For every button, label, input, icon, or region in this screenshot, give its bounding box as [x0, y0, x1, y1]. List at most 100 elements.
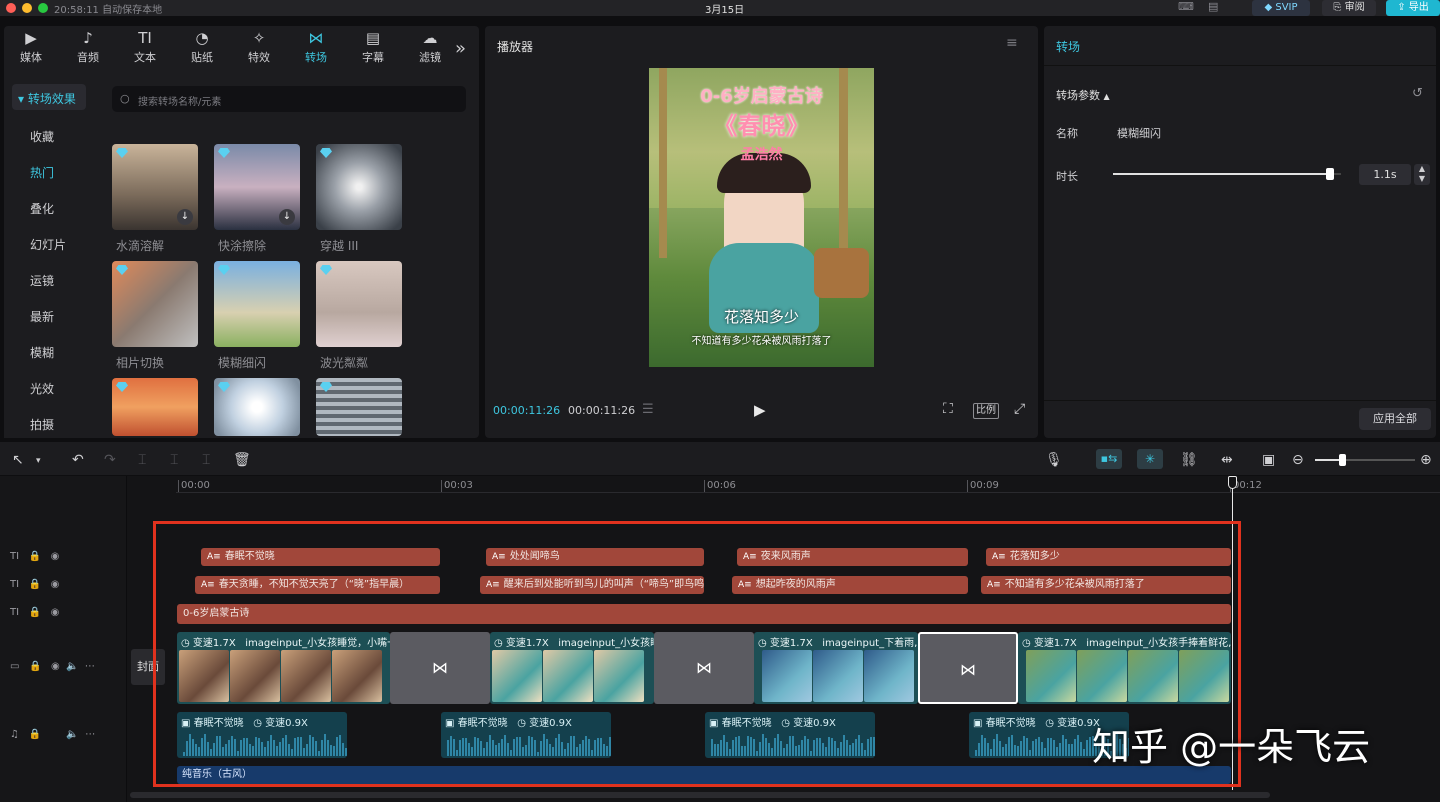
playhead-handle[interactable]: [1228, 476, 1237, 489]
text-clip[interactable]: A≡ 春天贪睡，不知不觉天亮了（“晓”指早晨）: [195, 576, 440, 594]
lock-icon[interactable]: 🔒: [29, 661, 41, 672]
video-clip[interactable]: ◷ 变速1.7X imageinput_下着雨,: [754, 632, 918, 704]
tab-text[interactable]: TI 文本: [120, 29, 170, 65]
zoom-out-icon[interactable]: ⊖: [1292, 452, 1304, 468]
cover-button[interactable]: 封面: [131, 649, 165, 685]
text-clip[interactable]: A≡ 夜来风雨声: [737, 548, 968, 566]
transition-thumbnail[interactable]: [214, 378, 300, 436]
apply-all-button[interactable]: 应用全部: [1359, 408, 1431, 430]
sidebar-item[interactable]: 运镜: [30, 272, 54, 289]
timeline-scrollbar[interactable]: [130, 792, 1270, 798]
svip-badge[interactable]: ◆ SVIP: [1252, 0, 1310, 16]
music-clip[interactable]: 纯音乐（古风）: [177, 766, 1231, 784]
audio-clip[interactable]: ▣ 春眠不觉晓 ◷ 变速0.9X: [441, 712, 611, 758]
lock-icon[interactable]: 🔒: [29, 579, 41, 590]
lock-icon[interactable]: 🔒: [29, 607, 41, 618]
preview-axis-icon[interactable]: ⇹: [1221, 452, 1233, 468]
download-icon[interactable]: ↓: [279, 209, 295, 225]
text-clip[interactable]: A≡ 想起昨夜的风雨声: [732, 576, 968, 594]
link-icon[interactable]: ⛓: [1180, 452, 1198, 468]
sidebar-item[interactable]: 模糊: [30, 344, 54, 361]
layout-icon[interactable]: ▤: [1208, 0, 1218, 13]
fullscreen-icon[interactable]: ⤢: [1014, 401, 1025, 417]
main-track-magnet-icon[interactable]: ▪⇆: [1096, 449, 1122, 469]
title-clip[interactable]: 0-6岁启蒙古诗: [177, 604, 1231, 624]
transition-marker[interactable]: ⋈: [654, 632, 754, 704]
video-clip[interactable]: ◷ 变速1.7X imageinput_小女孩睡: [490, 632, 654, 704]
undo-icon[interactable]: ↶: [72, 452, 84, 468]
more-tabs-icon[interactable]: »: [455, 38, 466, 59]
audio-clip[interactable]: ▣ 春眠不觉晓 ◷ 变速0.9X: [177, 712, 347, 758]
tab-media[interactable]: ▶ 媒体: [6, 29, 56, 65]
zoom-slider[interactable]: [1315, 454, 1415, 466]
transition-thumbnail[interactable]: [112, 378, 198, 436]
thumbnail-toggle-icon[interactable]: ▣: [1262, 452, 1275, 468]
player-menu-icon[interactable]: ≡: [1006, 35, 1018, 51]
eye-icon[interactable]: ◉: [51, 661, 60, 672]
transition-thumbnail[interactable]: ↓: [214, 144, 300, 230]
sidebar-item[interactable]: 收藏: [30, 128, 54, 145]
redo-icon[interactable]: ↷: [104, 452, 116, 468]
transition-thumbnail[interactable]: [316, 261, 402, 347]
eye-icon[interactable]: ◉: [51, 579, 60, 590]
delete-icon[interactable]: 🗑: [233, 452, 251, 468]
select-tool-icon[interactable]: ↖: [12, 452, 24, 468]
text-clip[interactable]: A≡ 春眠不觉晓: [201, 548, 440, 566]
auto-snap-icon[interactable]: ✳: [1137, 449, 1163, 469]
duration-stepper[interactable]: ▲ ▼: [1414, 164, 1430, 185]
transition-thumbnail[interactable]: [112, 261, 198, 347]
duration-slider[interactable]: [1113, 168, 1341, 180]
transition-thumbnail[interactable]: [316, 144, 402, 230]
tab-audio[interactable]: ♪ 音频: [63, 29, 113, 65]
waveform-toggle-icon[interactable]: ☰: [642, 402, 654, 417]
more-icon[interactable]: ⋯: [85, 729, 95, 740]
play-icon[interactable]: ▶: [754, 401, 766, 419]
transition-thumbnail[interactable]: ↓: [112, 144, 198, 230]
transition-marker-selected[interactable]: ⋈: [918, 632, 1018, 704]
sidebar-item[interactable]: 拍摄: [30, 416, 54, 433]
eye-icon[interactable]: ◉: [51, 551, 60, 562]
text-clip[interactable]: A≡ 处处闻啼鸟: [486, 548, 704, 566]
zoom-in-icon[interactable]: ⊕: [1420, 452, 1432, 468]
text-clip[interactable]: A≡ 醒来后到处能听到鸟儿的叫声（“啼鸟”即鸟鸣: [480, 576, 704, 594]
split-right-icon[interactable]: ⌶: [202, 452, 210, 468]
search-input[interactable]: ○ 搜索转场名称/元素: [112, 86, 466, 112]
lock-icon[interactable]: 🔒: [29, 729, 41, 740]
video-clip[interactable]: ◷ 变速1.7X imageinput_小女孩手捧着鲜花,: [1018, 632, 1231, 704]
split-left-icon[interactable]: ⌶: [170, 452, 178, 468]
zoom-knob[interactable]: [1339, 454, 1346, 466]
download-icon[interactable]: ↓: [177, 209, 193, 225]
video-clip[interactable]: ◷ 变速1.7X imageinput_小女孩睡觉，小嘴一: [177, 632, 390, 704]
caret-up-icon[interactable]: ▲: [1104, 92, 1110, 101]
eye-icon[interactable]: ◉: [51, 607, 60, 618]
text-clip[interactable]: A≡ 花落知多少: [986, 548, 1231, 566]
text-clip[interactable]: A≡ 不知道有多少花朵被风雨打落了: [981, 576, 1231, 594]
duration-input[interactable]: 1.1s: [1359, 164, 1411, 185]
keyboard-icon[interactable]: ⌨: [1178, 0, 1194, 13]
sidebar-item[interactable]: 幻灯片: [30, 236, 66, 253]
export-button[interactable]: ⇪ 导出: [1386, 0, 1440, 16]
lock-icon[interactable]: 🔒: [29, 551, 41, 562]
sidebar-item[interactable]: 光效: [30, 380, 54, 397]
microphone-icon[interactable]: 🎙: [1045, 452, 1063, 468]
screenshot-icon[interactable]: ⛶: [943, 401, 953, 417]
split-icon[interactable]: ⌶: [138, 452, 146, 468]
close-window-button[interactable]: [6, 3, 16, 13]
tab-subtitle[interactable]: ▤ 字幕: [348, 29, 398, 65]
tab-sticker[interactable]: ◔ 贴纸: [177, 29, 227, 65]
speaker-icon[interactable]: 🔈: [66, 661, 78, 672]
reset-icon[interactable]: ↺: [1412, 86, 1423, 101]
more-icon[interactable]: ⋯: [85, 661, 95, 672]
transition-thumbnail[interactable]: [214, 261, 300, 347]
sidebar-header[interactable]: ▾ 转场效果: [12, 84, 86, 110]
sidebar-item[interactable]: 热门: [30, 164, 54, 181]
review-button[interactable]: ⎘ 审阅: [1322, 0, 1376, 16]
transition-thumbnail[interactable]: [316, 378, 402, 436]
tab-filter[interactable]: ☁ 滤镜: [405, 29, 455, 65]
duration-knob[interactable]: [1325, 168, 1334, 180]
tab-effects[interactable]: ✧ 特效: [234, 29, 284, 65]
audio-clip[interactable]: ▣ 春眠不觉晓 ◷ 变速0.9X: [705, 712, 875, 758]
tab-transition[interactable]: ⋈ 转场: [291, 29, 341, 65]
sidebar-item[interactable]: 最新: [30, 308, 54, 325]
transition-marker[interactable]: ⋈: [390, 632, 490, 704]
